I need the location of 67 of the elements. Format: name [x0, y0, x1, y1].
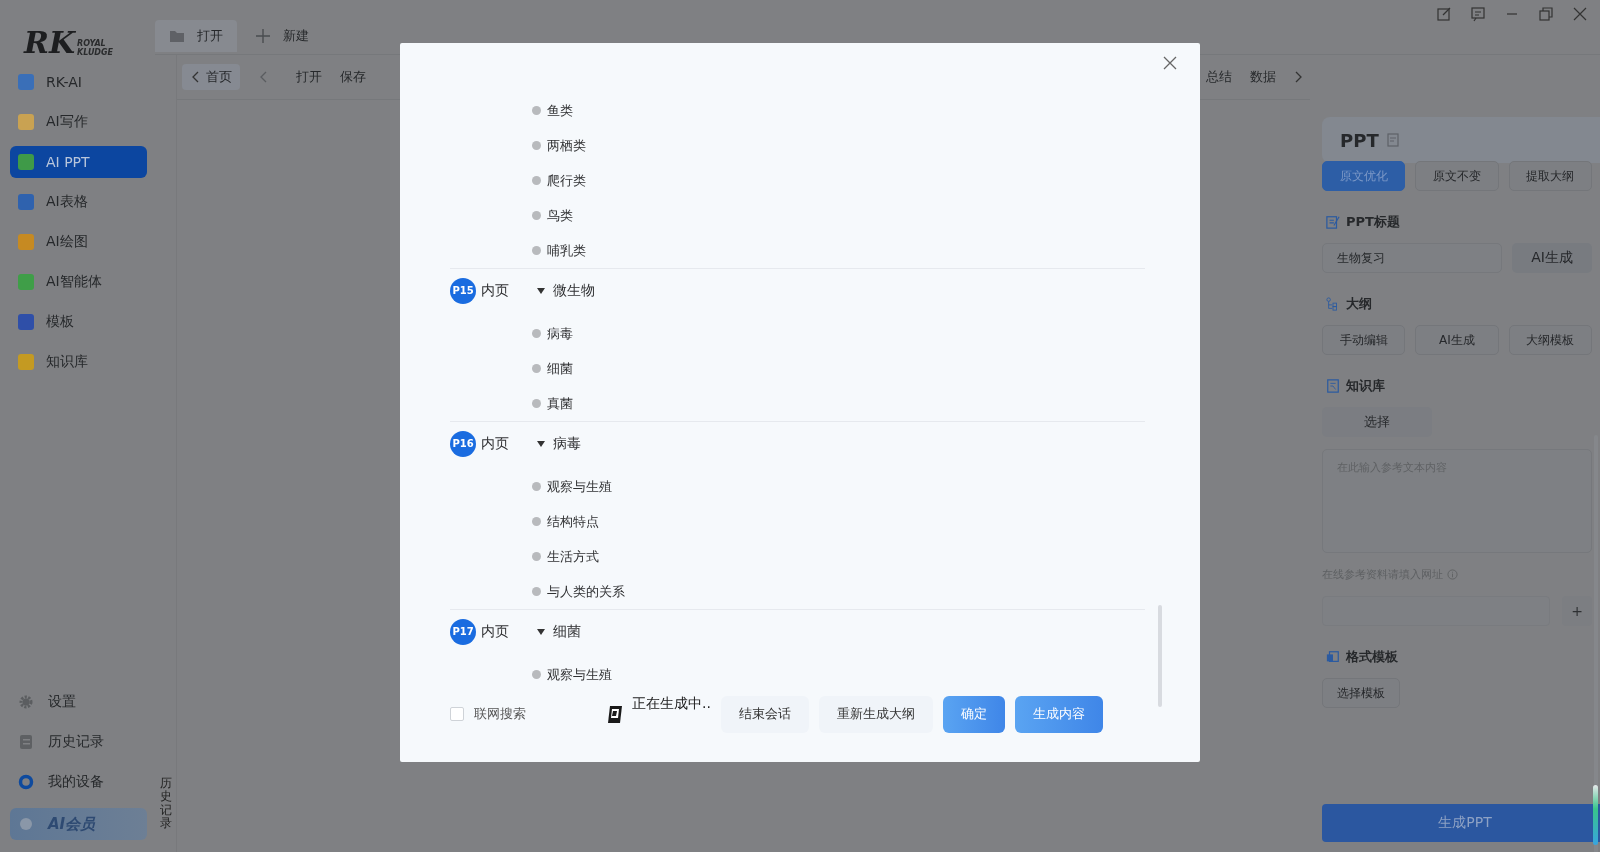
tab[interactable]: 打开 — [155, 20, 237, 52]
outline-item[interactable]: 细菌 — [547, 359, 573, 378]
outline-item[interactable]: 生活方式 — [547, 547, 599, 566]
outline-button[interactable]: 大纲模板 — [1508, 325, 1592, 355]
outline-button[interactable]: 手动编辑 — [1322, 325, 1406, 355]
dialog-button[interactable]: 重新生成大纲 — [818, 695, 933, 733]
web-search-checkbox[interactable]: 联网搜索 — [450, 705, 526, 723]
outline-item[interactable]: 结构特点 — [547, 512, 599, 531]
add-button[interactable]: + — [1562, 596, 1592, 626]
dialog-button[interactable]: 结束会话 — [720, 695, 809, 733]
sidebar-item[interactable]: 我的设备 — [10, 768, 147, 796]
outline-title[interactable]: 病毒 — [553, 434, 581, 453]
outline-title[interactable]: 微生物 — [553, 281, 595, 300]
mode-button[interactable]: 提取大纲 — [1508, 161, 1592, 191]
tab[interactable]: 新建 — [241, 20, 323, 52]
sidebar-item[interactable]: AI写作 — [10, 106, 147, 138]
history-tab[interactable]: 历史记录 — [159, 777, 172, 830]
logo-text: ROYAL — [77, 40, 106, 49]
home-button[interactable]: 首页 — [182, 64, 240, 90]
toolbar-button[interactable]: 打开 — [296, 68, 322, 86]
dialog-button[interactable]: 生成内容 — [1014, 695, 1103, 733]
panel-title: PPT — [1340, 129, 1379, 151]
dialog-button[interactable]: 确定 — [942, 695, 1005, 733]
outline-item[interactable]: 哺乳类 — [547, 241, 586, 260]
page-badge: P17 — [450, 618, 476, 645]
outline-item[interactable]: 与人类的关系 — [547, 582, 625, 601]
toolbar-button[interactable]: 数据 — [1250, 68, 1276, 86]
page-type: 内页 — [481, 434, 510, 453]
page-badge: P16 — [450, 430, 476, 457]
outline-item[interactable]: 爬行类 — [547, 171, 586, 190]
outline-item[interactable]: 两栖类 — [547, 136, 586, 155]
select-button[interactable]: 选择 — [1322, 407, 1432, 437]
section-heading: 大纲 — [1346, 295, 1372, 313]
title-field[interactable]: 生物复习 — [1322, 243, 1502, 273]
page-type: 内页 — [481, 281, 510, 300]
page-badge: P15 — [450, 277, 476, 304]
sidebar-item[interactable]: 设置 — [10, 688, 147, 716]
sidebar-item[interactable]: AI绘图 — [10, 226, 147, 258]
sidebar-item[interactable]: RK-AI — [10, 66, 147, 98]
generate-ppt-button[interactable]: 生成PPT — [1322, 804, 1600, 842]
sidebar-item[interactable]: 模板 — [10, 306, 147, 338]
logo-text: KLUDGE — [77, 49, 114, 58]
outline-item[interactable]: 观察与生殖 — [547, 477, 612, 496]
mode-button[interactable]: 原文不变 — [1415, 161, 1499, 191]
status-text: 正在生成中.. — [632, 695, 711, 713]
section-heading: 格式模板 — [1346, 648, 1398, 666]
outline-item[interactable]: 鱼类 — [547, 101, 573, 120]
ai-generate-button[interactable]: AI生成 — [1512, 243, 1592, 273]
sidebar-item[interactable]: AI表格 — [10, 186, 147, 218]
sidebar-item[interactable]: AI智能体 — [10, 266, 147, 298]
section-heading: 知识库 — [1346, 377, 1385, 395]
outline-title[interactable]: 细菌 — [553, 622, 581, 641]
outline-item[interactable]: 观察与生殖 — [547, 665, 612, 684]
sidebar-item[interactable]: 知识库 — [10, 346, 147, 378]
outline-button[interactable]: AI生成 — [1415, 325, 1499, 355]
outline-item[interactable]: 真菌 — [547, 394, 573, 413]
toolbar-button[interactable]: 保存 — [340, 68, 366, 86]
logo-mark: RK — [24, 28, 75, 58]
sidebar-item[interactable]: 历史记录 — [10, 728, 147, 756]
outline-item[interactable]: 鸟类 — [547, 206, 573, 225]
outline-item[interactable]: 病毒 — [547, 324, 573, 343]
mode-button[interactable]: 原文优化 — [1322, 161, 1406, 191]
toolbar-button[interactable]: 总结 — [1206, 68, 1232, 86]
section-heading: PPT标题 — [1346, 213, 1400, 231]
sidebar-item[interactable]: AI PPT — [10, 146, 147, 178]
select-template-button[interactable]: 选择模板 — [1322, 678, 1400, 708]
page-type: 内页 — [481, 622, 510, 641]
